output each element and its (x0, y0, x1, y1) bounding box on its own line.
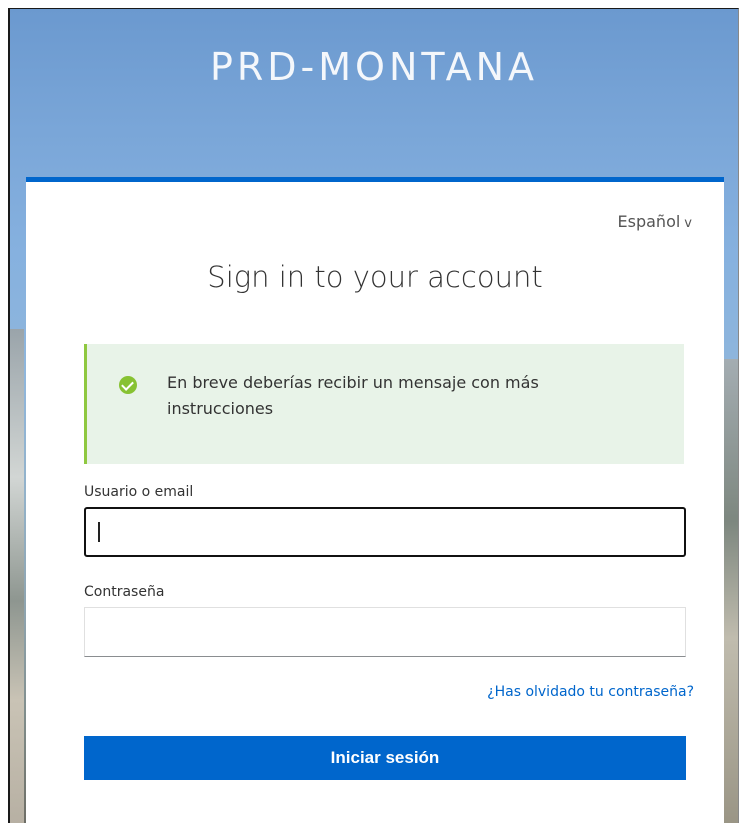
username-label: Usuario o email (84, 484, 194, 500)
language-selector[interactable]: Español v (618, 212, 692, 231)
sign-in-button[interactable]: Iniciar sesión (84, 736, 686, 780)
page-title: Sign in to your account (207, 260, 543, 294)
forgot-password-link[interactable]: ¿Has olvidado tu contraseña? (487, 684, 694, 700)
password-label: Contraseña (84, 584, 165, 600)
realm-title: PRD-MONTANA (209, 45, 539, 89)
success-alert: En breve deberías recibir un mensaje con… (84, 344, 684, 464)
login-card: Español v Sign in to your account En brev… (26, 177, 724, 823)
alert-message: En breve deberías recibir un mensaje con… (167, 373, 539, 418)
background-scenery-left (10, 329, 24, 823)
chevron-down-icon: v (684, 216, 692, 231)
background-scenery-right (722, 359, 738, 823)
username-input[interactable] (84, 507, 686, 557)
text-cursor (98, 522, 100, 542)
background-frame: PRD-MONTANA Español v Sign in to your acc… (8, 8, 739, 823)
check-circle-icon (119, 376, 137, 394)
language-label: Español (617, 212, 681, 231)
password-input[interactable] (84, 607, 686, 657)
